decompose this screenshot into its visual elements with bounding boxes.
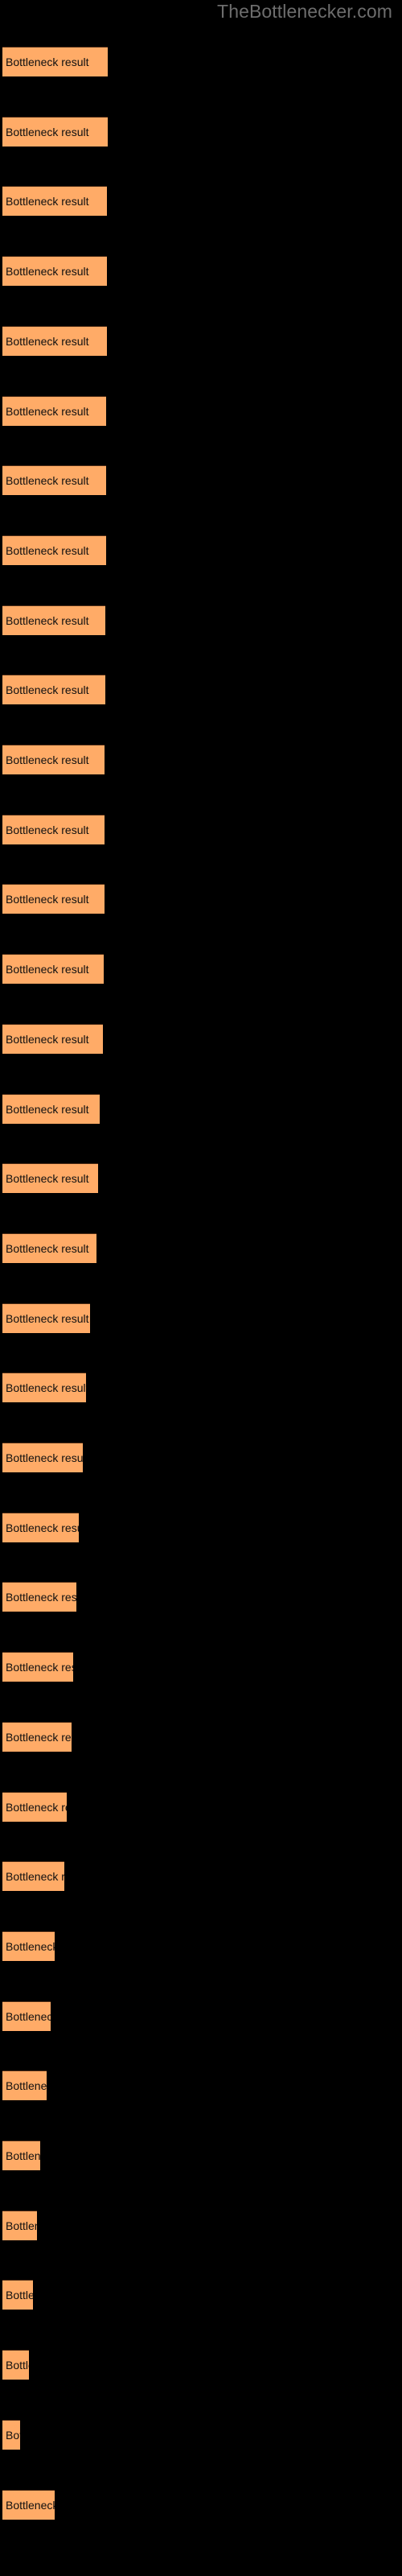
bar: Bottleneck result [2, 1721, 72, 1752]
bar: Bottleneck result [2, 186, 107, 217]
bar-label: Bottleneck result [6, 56, 89, 68]
bar: Bottleneck result [2, 116, 108, 147]
bar-label: Bottleneck result [6, 1800, 67, 1814]
bar-label: Bottleneck result [6, 1381, 86, 1395]
bar: Bottleneck result [2, 1582, 76, 1612]
bar: Bottleneck result [2, 884, 105, 914]
bar: Bottleneck result [2, 395, 106, 426]
bar: Bottleneck result [2, 2140, 40, 2170]
bar-label: Bottleneck result [6, 1591, 76, 1604]
bar: Bottleneck result [2, 1512, 79, 1542]
bar-label: Bottleneck result [6, 474, 89, 488]
bar-label: Bottleneck result [6, 1241, 89, 1255]
bar: Bottleneck result [2, 2419, 20, 2450]
bar-label: Bottleneck result [6, 2428, 20, 2442]
bar-label: Bottleneck result [6, 1451, 83, 1464]
bar-label: Bottleneck result [6, 2289, 33, 2302]
bar: Bottleneck result [2, 954, 104, 985]
bar-series-container: Bottleneck result Bottleneck result Bottle… [0, 0, 402, 2576]
bar: Bottleneck result [2, 2070, 47, 2101]
bar-label: Bottleneck result [6, 1032, 89, 1046]
bar-label: Bottleneck result [6, 543, 89, 557]
bar-label: Bottleneck result [6, 1311, 89, 1325]
bar: Bottleneck result [2, 1232, 96, 1263]
bar: Bottleneck result [2, 675, 105, 705]
bar-label: Bottleneck result [6, 404, 89, 418]
bar: Bottleneck result [2, 1023, 103, 1054]
bar-label: Bottleneck result [6, 2498, 55, 2512]
bar: Bottleneck result [2, 605, 105, 635]
bar: Bottleneck result [2, 2280, 33, 2310]
bar-label: Bottleneck result [6, 125, 89, 138]
bar: Bottleneck result [2, 1861, 64, 1892]
bar-label: Bottleneck result [6, 1172, 89, 1186]
bar: Bottleneck result [2, 325, 107, 356]
bar: Bottleneck result [2, 2000, 51, 2031]
bar: Bottleneck result [2, 1093, 100, 1124]
bar: Bottleneck result [2, 2350, 29, 2380]
bar-label: Bottleneck result [6, 1939, 55, 1953]
bar: Bottleneck result [2, 1652, 73, 1682]
bar-label: Bottleneck result [6, 2009, 51, 2023]
bar: Bottleneck result [2, 1163, 98, 1194]
bar-label: Bottleneck result [6, 2149, 40, 2162]
bar-label: Bottleneck result [6, 893, 89, 906]
bar-label: Bottleneck result [6, 1730, 72, 1744]
bar: Bottleneck result [2, 465, 106, 496]
bar-label: Bottleneck result [6, 265, 89, 279]
bar: Bottleneck result [2, 1302, 90, 1333]
bar-label: Bottleneck result [6, 753, 89, 766]
bar: Bottleneck result [2, 814, 105, 844]
bar: Bottleneck result [2, 745, 105, 774]
bar-label: Bottleneck result [6, 1521, 79, 1534]
bar: Bottleneck result [2, 2489, 55, 2520]
bar: Bottleneck result [2, 1930, 55, 1961]
bar: Bottleneck result [2, 1443, 83, 1472]
bar-label: Bottleneck result [6, 1870, 64, 1884]
bar: Bottleneck result [2, 1373, 86, 1403]
bar-label: Bottleneck result [6, 2079, 47, 2093]
bar-label: Bottleneck result [6, 1102, 89, 1116]
bar-label: Bottleneck result [6, 2219, 37, 2232]
bar-label: Bottleneck result [6, 683, 89, 697]
bar-label: Bottleneck result [6, 334, 89, 348]
bar: Bottleneck result [2, 1791, 67, 1822]
bar-label: Bottleneck result [6, 823, 89, 836]
bar: Bottleneck result [2, 47, 108, 76]
bar-label: Bottleneck result [6, 963, 89, 976]
bar-label: Bottleneck result [6, 613, 89, 627]
bar-label: Bottleneck result [6, 195, 89, 208]
bottleneck-bar-chart: TheBottlenecker.com Bottleneck result Bot… [0, 0, 402, 2576]
bar: Bottleneck result [2, 535, 106, 565]
bar-label: Bottleneck result [6, 2359, 29, 2372]
bar: Bottleneck result [2, 256, 107, 287]
bar: Bottleneck result [2, 2210, 37, 2240]
bar-label: Bottleneck result [6, 1661, 73, 1674]
